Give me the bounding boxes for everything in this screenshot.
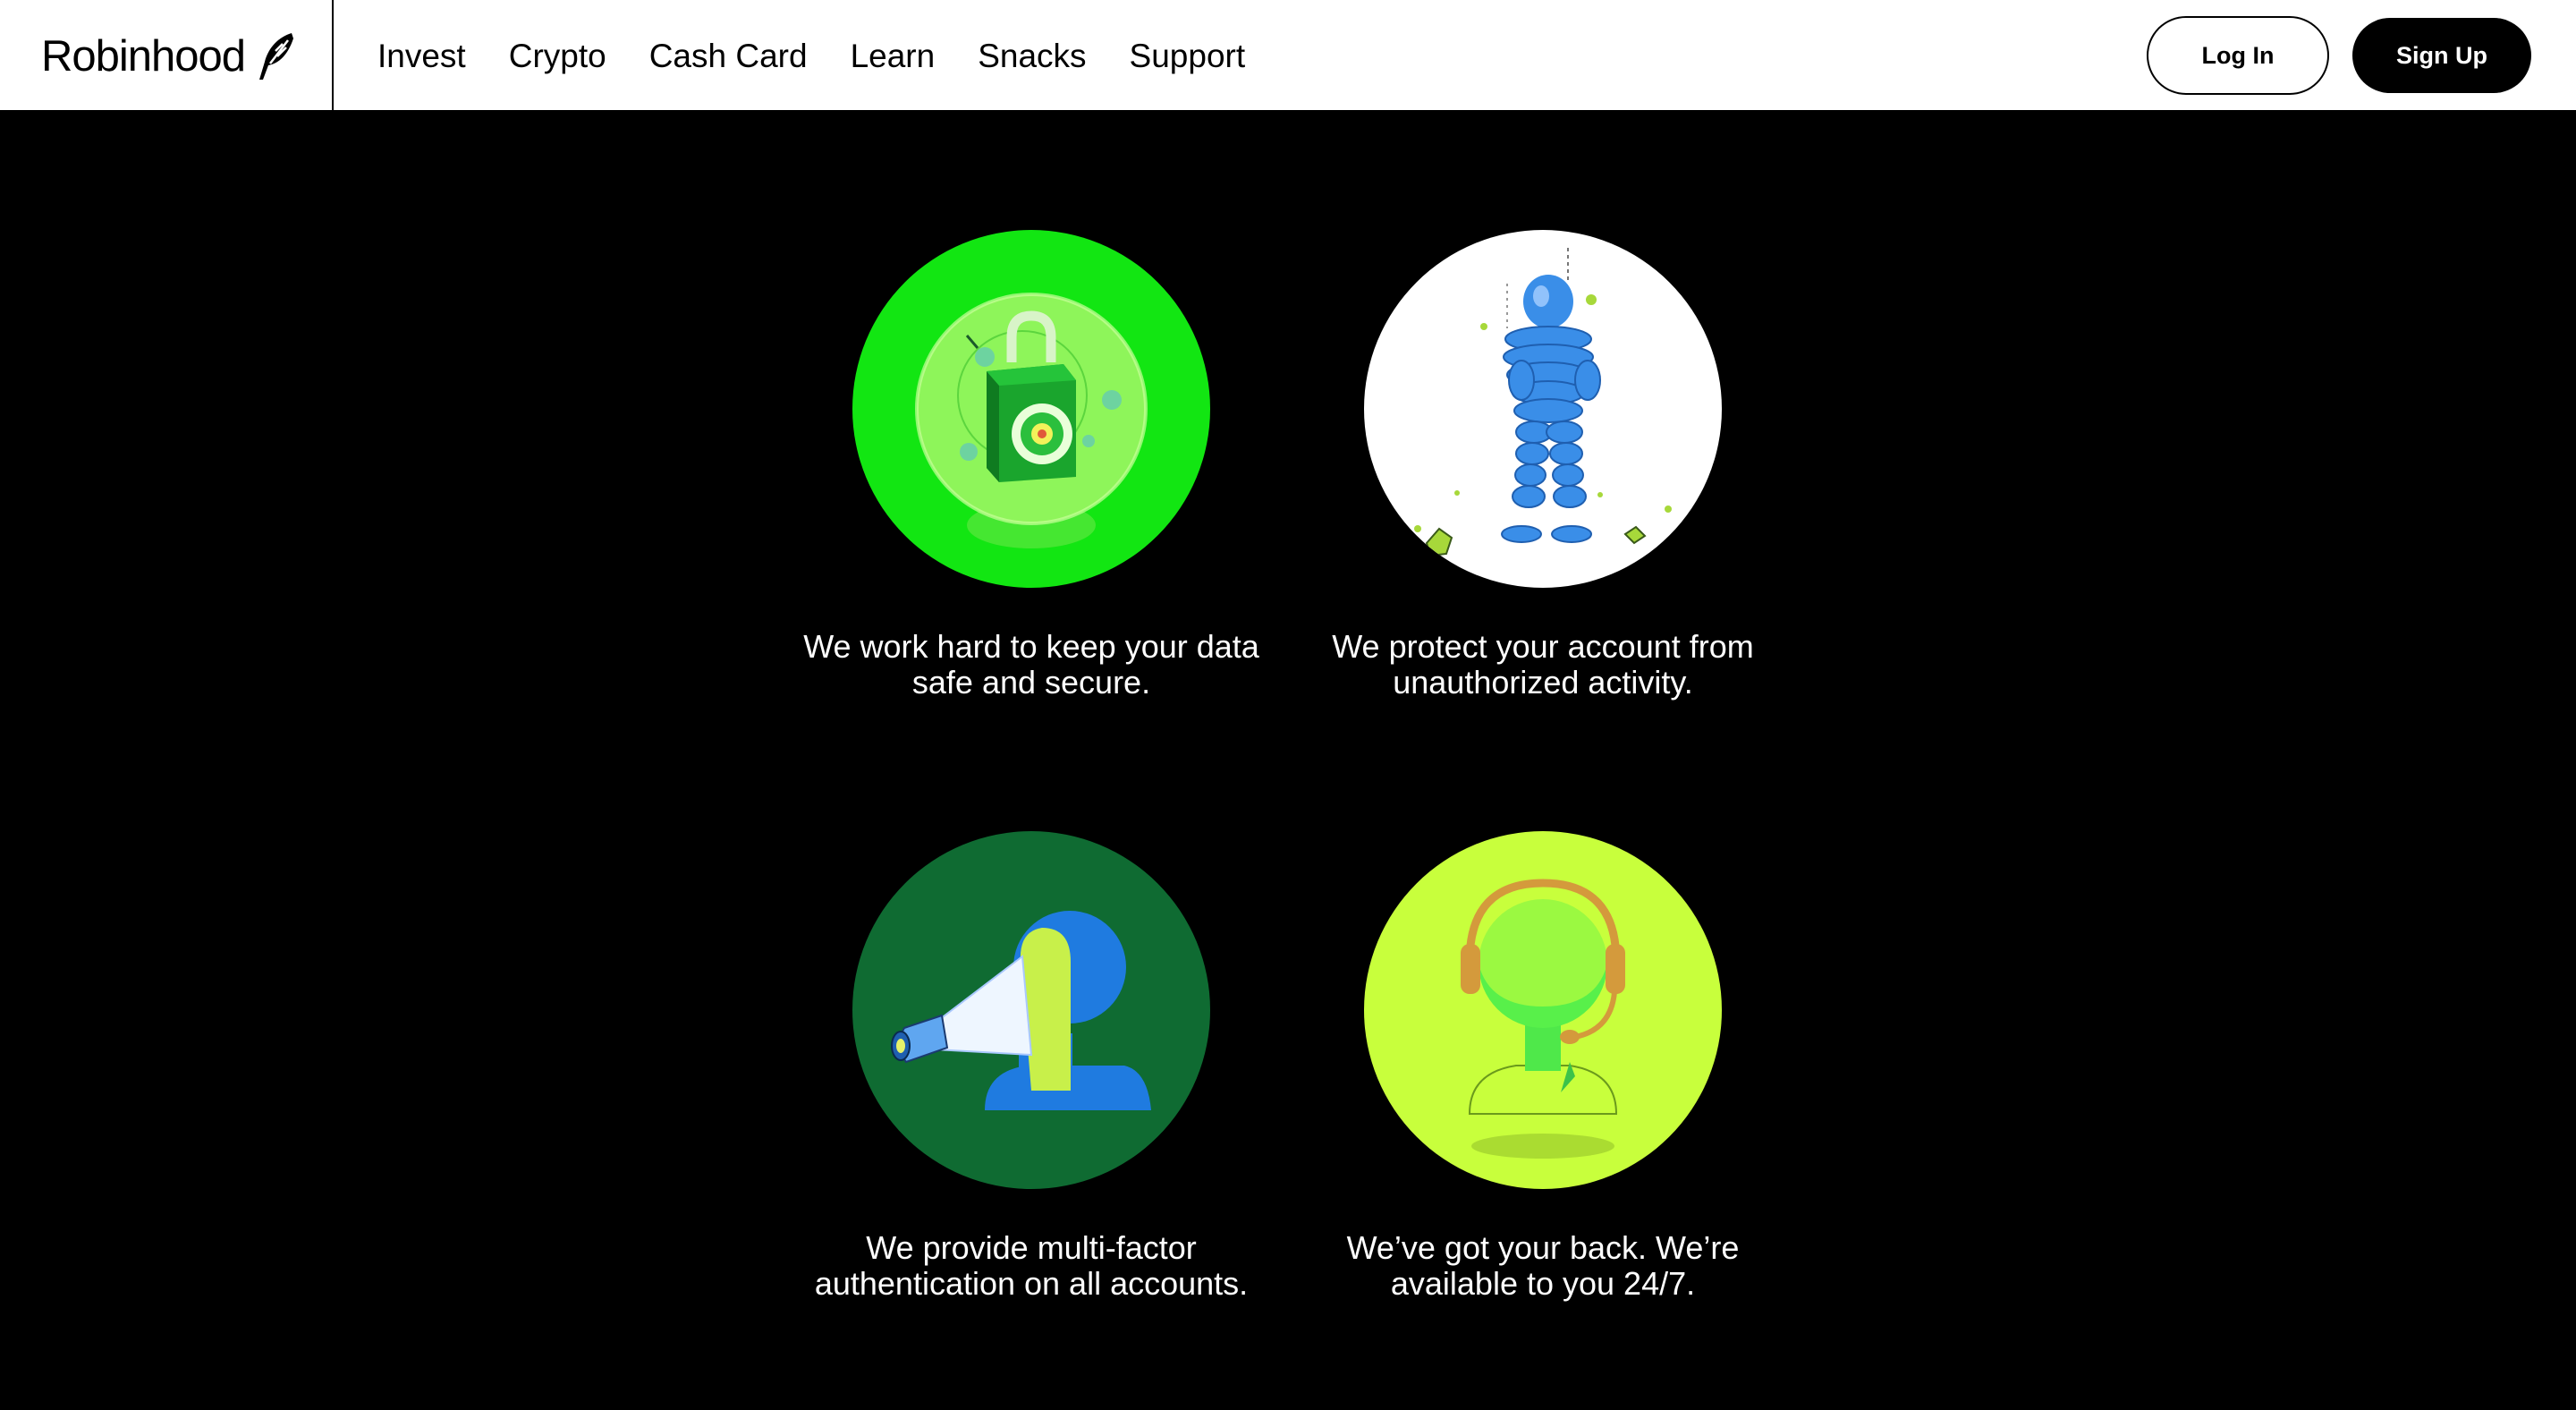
top-navigation: Robinhood Invest Crypto Cash Card Learn … — [0, 0, 2576, 112]
brand-name: Robinhood — [41, 31, 246, 81]
armored-figure-icon — [1364, 230, 1722, 588]
feature-caption: We provide multi-factor authentication o… — [781, 1230, 1282, 1302]
feature-caption: We’ve got your back. We’re available to … — [1292, 1230, 1793, 1302]
nav-cash-card[interactable]: Cash Card — [649, 38, 808, 75]
brand-logo[interactable]: Robinhood — [0, 0, 334, 112]
sign-up-button[interactable]: Sign Up — [2352, 18, 2531, 93]
caption-line: safe and secure. — [911, 664, 1151, 701]
feature-caption: We work hard to keep your data safe and … — [781, 629, 1282, 701]
caption-line: unauthorized activity. — [1393, 664, 1693, 701]
caption-line: authentication on all accounts. — [814, 1265, 1249, 1302]
caption-line: We provide multi-factor — [866, 1229, 1197, 1266]
feature-caption: We protect your account from unauthorize… — [1292, 629, 1793, 701]
feature-account-protection: We protect your account from unauthorize… — [1292, 230, 1793, 701]
log-in-button[interactable]: Log In — [2147, 16, 2329, 95]
nav-snacks[interactable]: Snacks — [978, 38, 1086, 75]
nav-invest[interactable]: Invest — [377, 38, 466, 75]
caption-line: We protect your account from — [1332, 628, 1754, 665]
feature-data-security: We work hard to keep your data safe and … — [781, 230, 1282, 701]
main-nav: Invest Crypto Cash Card Learn Snacks Sup… — [377, 0, 1288, 112]
feather-icon — [259, 32, 294, 80]
feature-multi-factor: We provide multi-factor authentication o… — [781, 831, 1282, 1302]
flashlight-head-icon — [852, 831, 1210, 1189]
headset-agent-icon — [1364, 831, 1722, 1189]
caption-line: available to you 24/7. — [1390, 1265, 1696, 1302]
feature-support-24-7: We’ve got your back. We’re available to … — [1292, 831, 1793, 1302]
nav-learn[interactable]: Learn — [851, 38, 936, 75]
caption-line: We’ve got your back. We’re — [1346, 1229, 1740, 1266]
nav-crypto[interactable]: Crypto — [509, 38, 606, 75]
lock-globe-icon — [852, 230, 1210, 588]
caption-line: We work hard to keep your data — [803, 628, 1259, 665]
nav-support[interactable]: Support — [1130, 38, 1246, 75]
